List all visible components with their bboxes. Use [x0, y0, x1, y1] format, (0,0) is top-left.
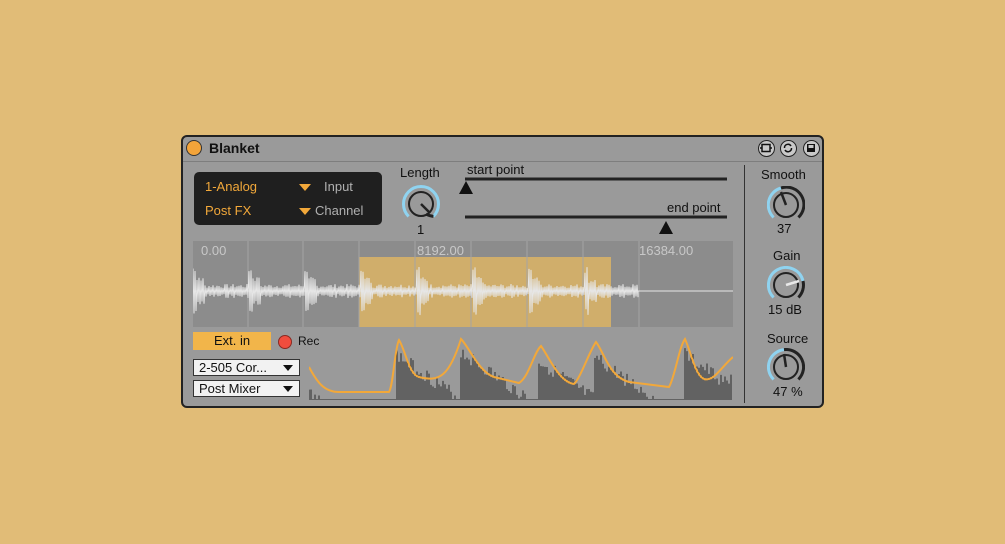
- sidechain-source-value: 2-505 Cor...: [199, 360, 267, 375]
- hot-swap-icon[interactable]: [758, 140, 775, 157]
- gain-label: Gain: [773, 248, 801, 263]
- time-marker-0: 0.00: [201, 243, 227, 258]
- time-marker-1: 8192.00: [417, 243, 464, 258]
- device-power-button[interactable]: [186, 140, 202, 156]
- end-point-handle[interactable]: [659, 221, 673, 234]
- save-preset-icon[interactable]: [803, 140, 820, 157]
- gain-value: 15 dB: [768, 302, 802, 317]
- channel-label: Channel: [315, 203, 364, 218]
- start-point-handle[interactable]: [459, 181, 473, 194]
- time-marker-2: 16384.00: [639, 243, 694, 258]
- chevron-down-icon: [283, 365, 293, 371]
- length-label: Length: [400, 165, 440, 180]
- smooth-label: Smooth: [761, 167, 806, 182]
- routing-panel: 1-Analog Input Post FX Channel: [194, 172, 382, 225]
- sidechain-source-dropdown[interactable]: 2-505 Cor...: [193, 359, 300, 376]
- source-label: Source: [767, 331, 809, 346]
- end-point-slider[interactable]: [465, 213, 729, 237]
- title-bar: Blanket: [183, 137, 822, 162]
- refresh-icon[interactable]: [780, 140, 797, 157]
- channel-dropdown-arrow-icon[interactable]: [299, 208, 311, 215]
- gain-knob[interactable]: [767, 266, 805, 304]
- smooth-knob[interactable]: [767, 186, 805, 224]
- source-knob[interactable]: [767, 348, 805, 386]
- length-knob[interactable]: [402, 185, 440, 223]
- input-label: Input: [324, 179, 353, 194]
- blanket-device: Blanket 1-Analog Input Post FX Channel L…: [181, 135, 824, 408]
- input-type-value[interactable]: 1-Analog: [205, 179, 257, 194]
- waveform-trace: [193, 266, 733, 316]
- start-point-slider[interactable]: [457, 175, 729, 197]
- smooth-value: 37: [777, 221, 792, 236]
- channel-value[interactable]: Post FX: [205, 203, 251, 218]
- input-dropdown-arrow-icon[interactable]: [299, 184, 311, 191]
- envelope-curve: [309, 337, 733, 393]
- sidechain-tap-value: Post Mixer: [199, 381, 261, 396]
- device-title: Blanket: [209, 140, 260, 156]
- length-value: 1: [417, 222, 425, 237]
- ext-in-button[interactable]: Ext. in: [193, 332, 271, 350]
- source-value: 47 %: [773, 384, 803, 399]
- section-divider: [744, 165, 745, 403]
- waveform-display[interactable]: 0.00 8192.00 16384.00: [193, 241, 733, 327]
- record-button[interactable]: [278, 335, 292, 349]
- envelope-follower-display: [309, 337, 733, 400]
- sidechain-tap-dropdown[interactable]: Post Mixer: [193, 380, 300, 397]
- chevron-down-icon: [283, 386, 293, 392]
